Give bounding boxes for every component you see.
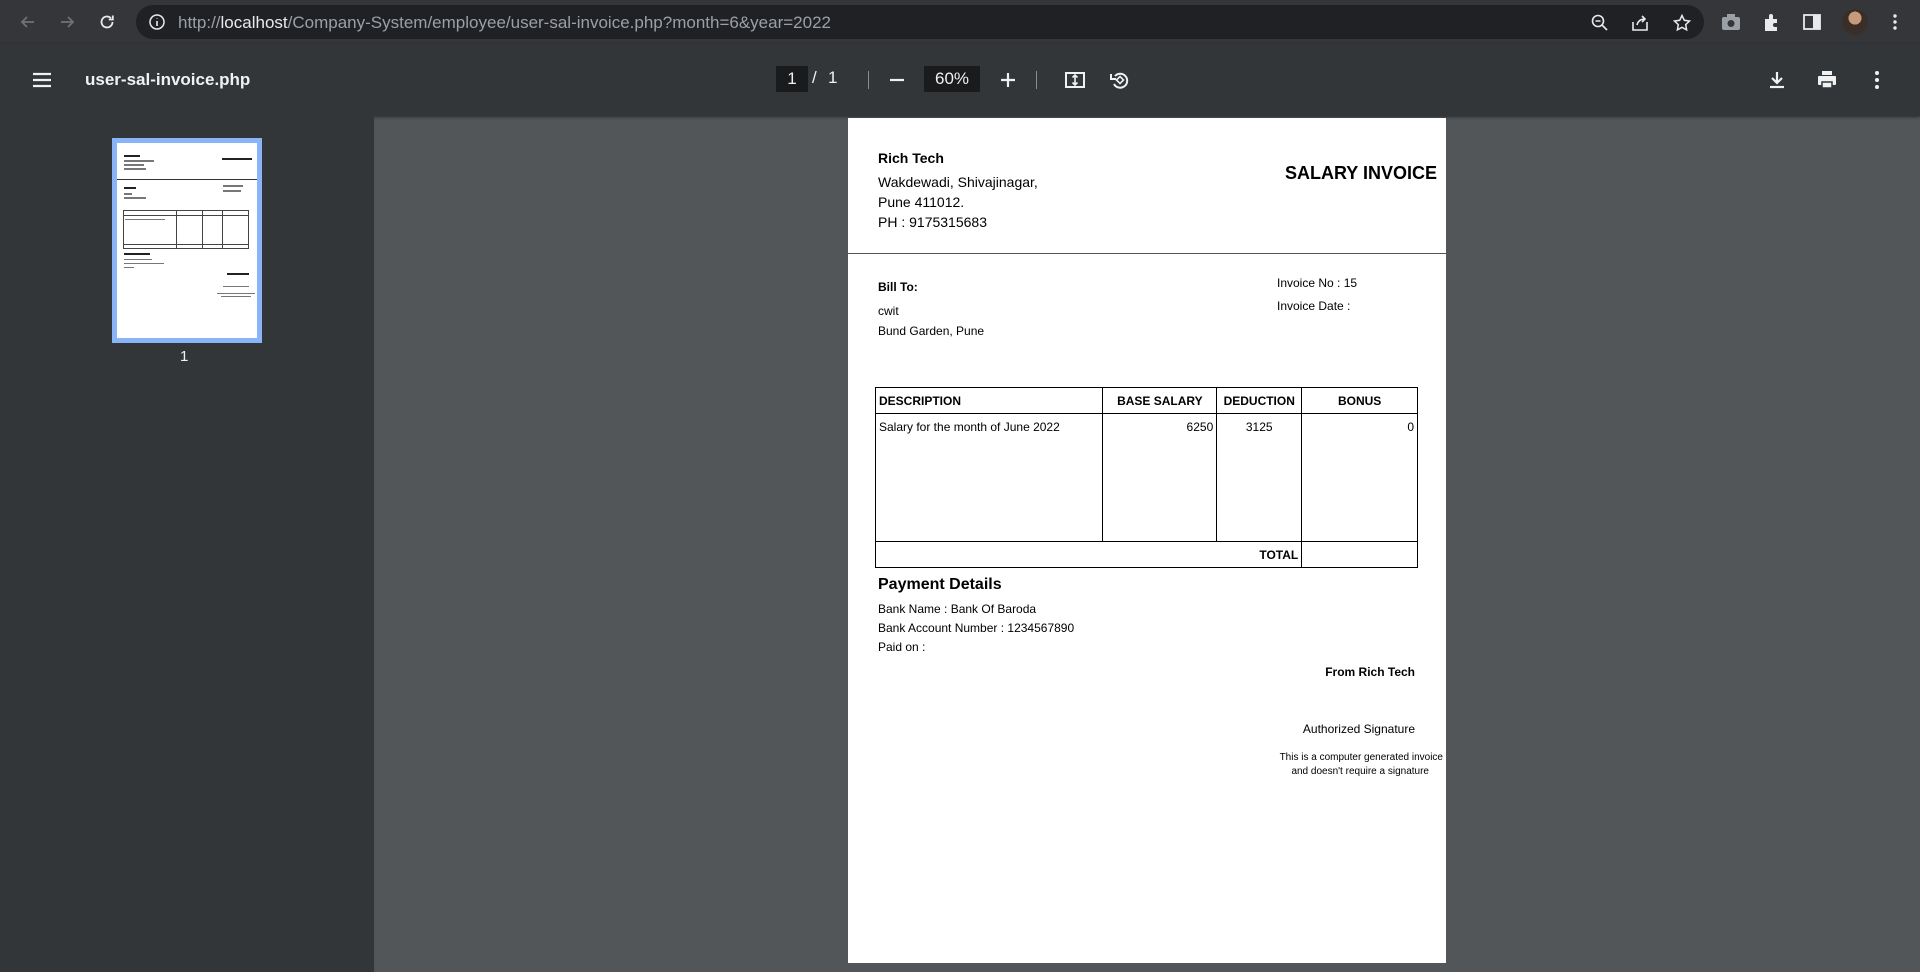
minus-icon (890, 78, 904, 82)
row-description: Salary for the month of June 2022 (874, 413, 1104, 542)
toolbar-divider (868, 71, 869, 89)
invoice-date: Invoice Date : (1277, 299, 1351, 313)
header-divider (848, 253, 1446, 254)
bank-name: Bank Name : Bank Of Baroda (878, 602, 1037, 616)
total-value (1301, 541, 1418, 568)
plus-icon (1001, 73, 1015, 87)
pdf-toolbar: user-sal-invoice.php 1 / 1 60% (0, 44, 1920, 116)
from-company: From Rich Tech (1325, 665, 1415, 679)
document-title: user-sal-invoice.php (85, 70, 251, 89)
browser-toolbar: http://localhost/Company-System/employee… (0, 0, 1920, 44)
company-phone: PH : 9175315683 (878, 214, 987, 230)
share-icon[interactable] (1630, 13, 1650, 33)
hamburger-menu-icon (33, 72, 51, 88)
row-base-salary: 6250 (1102, 413, 1218, 542)
bill-to-name: cwit (878, 304, 899, 318)
row-deduction: 3125 (1216, 413, 1303, 542)
camera-icon[interactable] (1720, 11, 1742, 33)
computer-generated-note-line2: and doesn't require a signature (1291, 766, 1429, 777)
paid-on: Paid on : (878, 640, 926, 654)
thumbnail-page-number: 1 (180, 348, 189, 365)
authorized-signature: Authorized Signature (1302, 722, 1415, 736)
table-header-row: DESCRIPTION BASE SALARY DEDUCTION BONUS (874, 387, 1418, 414)
zoom-out-button[interactable] (881, 64, 913, 96)
extensions-icon[interactable] (1761, 11, 1783, 33)
url-host: localhost (220, 13, 288, 32)
bank-account-number: Bank Account Number : 1234567890 (878, 621, 1075, 635)
reload-button[interactable] (93, 8, 121, 36)
address-bar[interactable]: http://localhost/Company-System/employee… (136, 5, 1704, 39)
column-header: BASE SALARY (1102, 387, 1218, 414)
browser-menu-icon[interactable] (1884, 11, 1906, 33)
arrow-right-icon (61, 16, 75, 28)
table-row: Salary for the month of June 2022 6250 3… (874, 413, 1418, 542)
column-header: DEDUCTION (1216, 387, 1303, 414)
arrow-left-icon (20, 16, 34, 28)
company-address-line1: Wakdewadi, Shivajinagar, (878, 174, 1038, 190)
back-button[interactable] (14, 8, 42, 36)
forward-button[interactable] (53, 8, 81, 36)
download-icon (1770, 72, 1784, 89)
bill-to-address: Bund Garden, Pune (878, 324, 985, 338)
pdf-page: Rich Tech Wakdewadi, Shivajinagar, Pune … (848, 118, 1446, 963)
computer-generated-note-line1: This is a computer generated invoice (1279, 752, 1443, 763)
total-label: TOTAL (874, 541, 1303, 568)
reload-icon (100, 15, 114, 29)
invoice-title: SALARY INVOICE (1284, 163, 1437, 183)
more-actions-button[interactable] (1861, 64, 1893, 96)
star-icon[interactable] (1672, 13, 1692, 33)
fit-to-page-button[interactable] (1059, 64, 1091, 96)
page-number-input[interactable]: 1 (776, 66, 808, 92)
invoice-number: Invoice No : 15 (1277, 276, 1358, 290)
bill-to-label: Bill To: (878, 280, 918, 294)
fit-page-icon (1065, 72, 1085, 88)
profile-avatar[interactable] (1842, 9, 1868, 35)
download-button[interactable] (1761, 64, 1793, 96)
more-vert-icon (1875, 71, 1879, 89)
page-separator: / (812, 68, 817, 87)
side-panel-icon[interactable] (1801, 11, 1823, 33)
page-thumbnail[interactable] (112, 138, 262, 343)
table-total-row: TOTAL (874, 541, 1418, 568)
page-total: 1 (828, 68, 838, 87)
zoom-in-button[interactable] (992, 64, 1024, 96)
column-header: BONUS (1301, 387, 1418, 414)
toolbar-divider (1036, 71, 1037, 89)
zoom-icon[interactable] (1590, 13, 1610, 33)
url-path: /Company-System/employee/user-sal-invoic… (287, 13, 831, 32)
thumbnail-preview (117, 143, 257, 338)
url-prefix: http:// (178, 13, 221, 32)
salary-table: DESCRIPTION BASE SALARY DEDUCTION BONUS … (874, 387, 1418, 568)
column-header: DESCRIPTION (874, 387, 1104, 414)
company-address-line2: Pune 411012. (878, 194, 965, 210)
info-icon[interactable] (148, 13, 166, 31)
company-name: Rich Tech (878, 150, 944, 166)
payment-details-title: Payment Details (878, 576, 1002, 593)
thumbnail-sidebar: 1 (0, 116, 374, 972)
sidebar-toggle-button[interactable] (26, 64, 58, 96)
rotate-button[interactable] (1104, 64, 1136, 96)
rotate-icon (1110, 72, 1129, 89)
print-icon (1818, 71, 1836, 89)
url-text[interactable]: http://localhost/Company-System/employee… (178, 13, 831, 33)
zoom-level-input[interactable]: 60% (924, 66, 980, 92)
print-button[interactable] (1811, 64, 1843, 96)
row-bonus: 0 (1301, 413, 1418, 542)
